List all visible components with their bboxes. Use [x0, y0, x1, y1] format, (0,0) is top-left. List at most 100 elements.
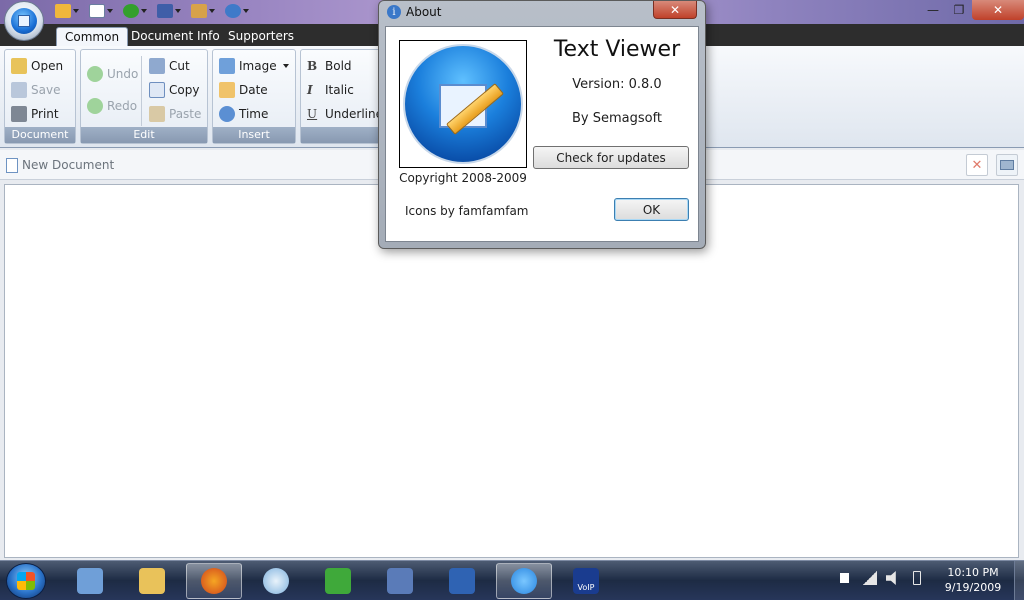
quick-access-pencil-button[interactable] [52, 2, 82, 20]
ribbon-group-insert: Image Date Time Insert [212, 49, 296, 144]
about-dialog: i About ✕ Text Viewer Version: 0.8.0 By … [378, 0, 706, 249]
volume-icon[interactable] [886, 571, 896, 585]
taskbar-graphics-editor[interactable] [372, 563, 428, 599]
open-button[interactable]: Open [11, 56, 63, 76]
tab-common[interactable]: Common [56, 27, 129, 46]
taskbar-firefox[interactable] [186, 563, 242, 599]
undo-icon [87, 66, 103, 82]
paste-icon [149, 106, 165, 122]
utorrent-icon [325, 568, 351, 594]
print-button[interactable]: Print [11, 104, 59, 124]
paste-button[interactable]: Paste [149, 104, 201, 124]
italic-button[interactable]: I Italic [307, 80, 354, 100]
document-tab[interactable]: New Document [6, 154, 114, 176]
voip-icon: VoIP [573, 568, 599, 594]
clock-icon [219, 106, 235, 122]
document-icon [6, 157, 18, 173]
media-player-icon [263, 568, 289, 594]
group-label-document: Document [5, 127, 75, 143]
underline-button[interactable]: U Underline [307, 104, 383, 124]
copy-icon [149, 82, 165, 98]
quick-access-window-button[interactable] [86, 2, 116, 20]
network-signal-icon[interactable] [863, 571, 877, 585]
tab-supporters[interactable]: Supporters [220, 27, 302, 46]
app-author: By Semagsoft [571, 111, 663, 126]
icons-credit: Icons by famfamfam [405, 204, 529, 218]
dialog-body: Text Viewer Version: 0.8.0 By Semagsoft … [385, 26, 699, 242]
text-viewer-icon [11, 8, 37, 34]
calendar-icon [219, 82, 235, 98]
ribbon-group-format: B Bold I Italic U Underline [300, 49, 384, 144]
minimize-button[interactable]: — [920, 0, 946, 20]
chevron-down-icon [141, 9, 147, 13]
save-icon [11, 82, 27, 98]
taskbar-control-panel[interactable] [62, 563, 118, 599]
firefox-icon [201, 568, 227, 594]
taskbar-text-viewer[interactable] [496, 563, 552, 599]
bold-label: Bold [325, 59, 352, 73]
undo-label: Undo [107, 67, 139, 81]
document-tab-label: New Document [22, 158, 115, 172]
start-button[interactable] [6, 563, 46, 599]
ribbon-group-document: Open Save Print Document [4, 49, 76, 144]
new-tab-button[interactable] [996, 154, 1018, 176]
clock[interactable]: 10:10 PM 9/19/2009 [940, 565, 1006, 595]
image-button[interactable]: Image [219, 56, 289, 76]
image-icon [219, 58, 235, 74]
control-panel-icon [77, 568, 103, 594]
bold-button[interactable]: B Bold [307, 56, 352, 76]
time-button[interactable]: Time [219, 104, 268, 124]
open-folder-icon [11, 58, 27, 74]
app-version: Version: 0.8.0 [572, 77, 662, 92]
underline-label: Underline [325, 107, 383, 121]
app-logo [399, 40, 527, 168]
taskbar-vb[interactable] [434, 563, 490, 599]
quick-access-help-button[interactable] [222, 2, 252, 20]
help-icon [225, 4, 241, 18]
maximize-button[interactable]: ❐ [946, 0, 972, 20]
close-button[interactable]: ✕ [972, 0, 1024, 20]
italic-icon: I [307, 83, 313, 97]
window-controls: — ❐ ✕ [920, 0, 1024, 20]
graphics-editor-icon [387, 568, 413, 594]
check-for-updates-button[interactable]: Check for updates [533, 146, 689, 169]
close-document-button[interactable]: ✕ [966, 154, 988, 176]
dialog-close-button[interactable]: ✕ [653, 1, 697, 19]
taskbar-voip[interactable]: VoIP [558, 563, 614, 599]
show-desktop-button[interactable] [1014, 561, 1024, 600]
redo-label: Redo [107, 99, 138, 113]
chevron-down-icon [243, 9, 249, 13]
cut-label: Cut [169, 59, 190, 73]
new-window-icon [89, 4, 105, 18]
date-button[interactable]: Date [219, 80, 268, 100]
system-tray [840, 571, 921, 585]
quick-access-add-button[interactable] [120, 2, 150, 20]
taskbar-utorrent[interactable] [310, 563, 366, 599]
open-label: Open [31, 59, 64, 73]
folder-icon [139, 568, 165, 594]
copy-button[interactable]: Copy [149, 80, 199, 100]
tab-document-info[interactable]: Document Info [123, 27, 228, 46]
group-label-insert: Insert [213, 127, 295, 143]
redo-button[interactable]: Redo [87, 96, 137, 116]
quick-access-tools-button[interactable] [188, 2, 218, 20]
group-label-format [301, 127, 383, 143]
battery-icon[interactable] [913, 571, 921, 585]
tools-icon [191, 4, 207, 18]
dialog-title-bar: i About [387, 5, 441, 19]
quick-access-flag-button[interactable] [154, 2, 184, 20]
text-viewer-icon [511, 568, 537, 594]
print-label: Print [31, 107, 59, 121]
action-center-flag-icon[interactable] [840, 573, 854, 583]
taskbar-explorer[interactable] [124, 563, 180, 599]
cut-button[interactable]: Cut [149, 56, 190, 76]
undo-button[interactable]: Undo [87, 64, 138, 84]
copyright-text: Copyright 2008-2009 [399, 171, 527, 185]
vb-icon [449, 568, 475, 594]
save-button[interactable]: Save [11, 80, 60, 100]
application-menu-button[interactable] [4, 1, 44, 41]
taskbar-media-player[interactable] [248, 563, 304, 599]
ok-button[interactable]: OK [614, 198, 689, 221]
date-label: Date [239, 83, 268, 97]
taskbar: VoIP 10:10 PM 9/19/2009 [0, 560, 1024, 600]
